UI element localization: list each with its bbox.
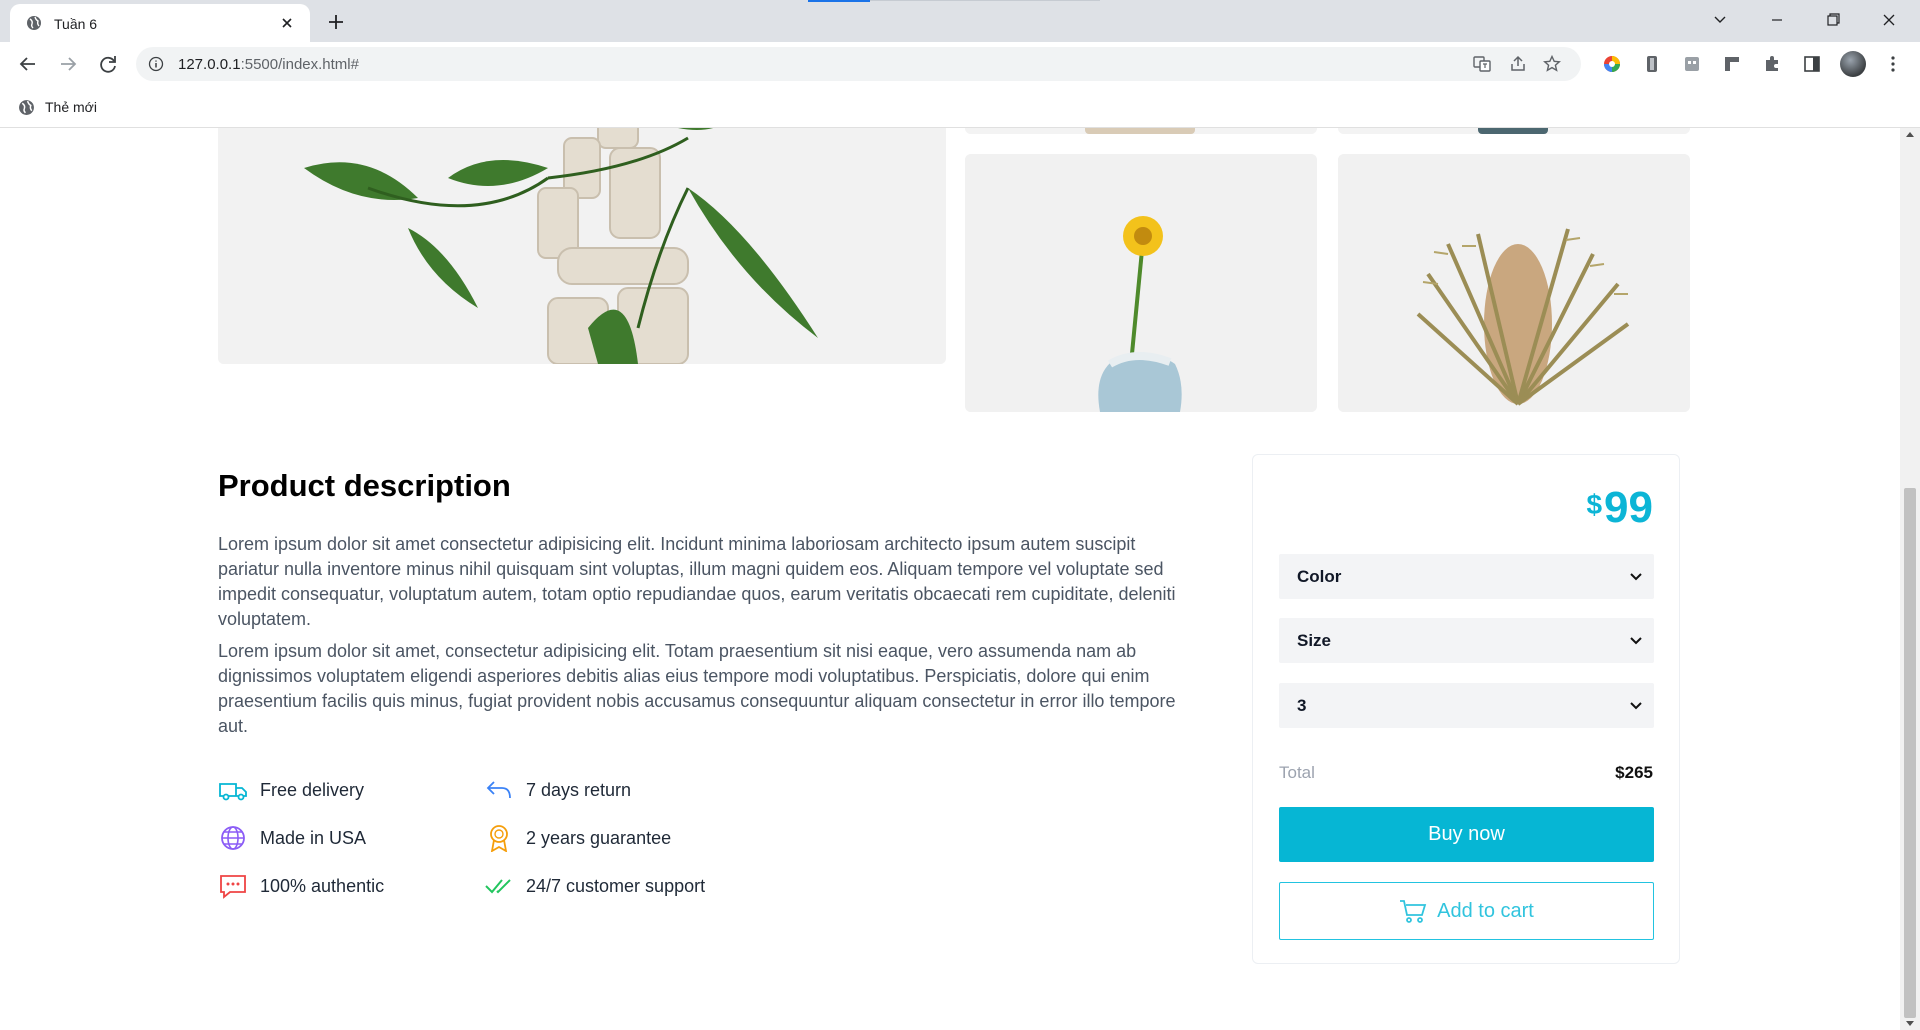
new-tab-icon[interactable] — [322, 8, 350, 36]
scroll-up-arrow-icon[interactable] — [1906, 132, 1914, 137]
translate-icon[interactable] — [1472, 54, 1492, 74]
back-arrow-icon[interactable] — [14, 50, 42, 78]
page-scrollbar[interactable] — [1900, 128, 1920, 1030]
reload-icon[interactable] — [94, 50, 122, 78]
yellow-flower-image — [965, 154, 1317, 412]
globe-icon — [221, 826, 245, 850]
description-paragraph-2: Lorem ipsum dolor sit amet, consectetur … — [218, 641, 1176, 736]
purchase-card: $ 99 Color Size 3 Total $265 Buy now Add… — [1252, 454, 1680, 964]
bookmarks-bar: Thẻ mới — [0, 86, 1920, 128]
color-select[interactable]: Color — [1279, 554, 1654, 599]
browser-tabstrip: Tuần 6 — [0, 0, 1920, 42]
size-select[interactable]: Size — [1279, 618, 1654, 663]
quantity-select-value: 3 — [1297, 696, 1307, 715]
thumb-blue-vase-image — [1338, 128, 1690, 134]
total-label: Total — [1279, 763, 1315, 782]
total-value: $265 — [1615, 763, 1653, 782]
side-panel-icon[interactable] — [1802, 54, 1822, 74]
gallery-thumb-banksia[interactable] — [1338, 154, 1690, 412]
browser-menu-icon[interactable] — [1883, 54, 1903, 74]
robot-extension-icon[interactable] — [1682, 54, 1702, 74]
share-icon[interactable] — [1508, 54, 1528, 74]
gallery-main-photo[interactable] — [218, 128, 946, 364]
dried-banksia-image — [1338, 154, 1690, 412]
chevron-down-icon — [1630, 573, 1642, 581]
tab-title: Tuần 6 — [54, 16, 98, 32]
buy-now-label: Buy now — [1428, 823, 1505, 845]
gallery-thumb-top-right[interactable] — [1338, 128, 1690, 134]
add-to-cart-button[interactable]: Add to cart — [1279, 882, 1654, 940]
loading-indicator — [808, 0, 870, 2]
profile-avatar[interactable] — [1840, 51, 1866, 77]
feature-label: 2 years guarantee — [526, 827, 672, 848]
url-path: :5500/index.html# — [240, 56, 359, 73]
url-host: 127.0.0.1 — [178, 56, 241, 73]
feature-label: Made in USA — [260, 827, 367, 848]
award-ribbon-icon — [490, 825, 508, 852]
close-window-icon[interactable] — [1874, 6, 1904, 34]
feature-label: Free delivery — [260, 779, 365, 800]
add-to-cart-label: Add to cart — [1437, 899, 1534, 922]
forward-arrow-icon[interactable] — [54, 50, 82, 78]
address-bar[interactable]: 127.0.0.1:5500/index.html# — [136, 47, 1581, 81]
plant-sculpture-image — [218, 128, 946, 364]
frame-extension-icon[interactable] — [1722, 54, 1742, 74]
color-select-value: Color — [1297, 567, 1342, 586]
feature-7-days-return: 7 days return — [484, 776, 631, 804]
browser-tab[interactable]: Tuần 6 — [10, 4, 310, 42]
color-wheel-extension-icon[interactable] — [1602, 54, 1622, 74]
globe-favicon-icon — [27, 16, 41, 30]
battery-extension-icon[interactable] — [1642, 54, 1662, 74]
feature-made-in-usa: Made in USA — [218, 824, 366, 852]
feature-2-years-guarantee: 2 years guarantee — [484, 824, 671, 852]
feature-label: 100% authentic — [260, 875, 385, 896]
chat-bubble-icon — [220, 875, 246, 899]
gallery-thumb-top-left[interactable] — [965, 128, 1317, 134]
shopping-cart-icon — [1400, 900, 1427, 923]
gallery-thumb-flower[interactable] — [965, 154, 1317, 412]
feature-customer-support: 24/7 customer support — [484, 872, 705, 900]
bookmark-label: Thẻ mới — [45, 99, 97, 115]
product-description-title: Product description — [218, 468, 511, 503]
tab-search-chevron-icon[interactable] — [1705, 6, 1735, 34]
description-paragraph-1: Lorem ipsum dolor sit amet consectetur a… — [218, 534, 1176, 629]
minimize-icon[interactable] — [1762, 6, 1792, 34]
scroll-down-arrow-icon[interactable] — [1906, 1021, 1914, 1026]
globe-bookmark-icon — [19, 99, 34, 115]
close-tab-icon[interactable] — [276, 12, 298, 34]
buy-now-button[interactable]: Buy now — [1279, 807, 1654, 862]
feature-label: 7 days return — [526, 779, 632, 800]
extensions-puzzle-icon[interactable] — [1762, 54, 1782, 74]
bookmark-item[interactable]: Thẻ mới — [18, 97, 97, 117]
price-amount: 99 — [1604, 483, 1653, 532]
restore-icon[interactable] — [1818, 6, 1848, 34]
truck-icon — [219, 783, 247, 801]
chevron-down-icon — [1630, 637, 1642, 645]
site-info-icon[interactable] — [148, 56, 164, 72]
feature-free-delivery: Free delivery — [218, 776, 364, 804]
chevron-down-icon — [1630, 702, 1642, 710]
scrollbar-thumb[interactable] — [1904, 488, 1916, 1018]
url-text[interactable]: 127.0.0.1:5500/index.html# — [178, 56, 359, 73]
feature-100-authentic: 100% authentic — [218, 872, 384, 900]
quantity-select[interactable]: 3 — [1279, 683, 1654, 728]
double-check-icon — [485, 879, 511, 894]
price-currency: $ — [1586, 489, 1603, 520]
return-arrow-icon — [486, 781, 511, 799]
page-viewport: Product description Lorem ipsum dolor si… — [0, 128, 1900, 1030]
bookmark-star-icon[interactable] — [1542, 54, 1562, 74]
price-display: $ 99 — [1586, 483, 1653, 533]
size-select-value: Size — [1297, 631, 1332, 650]
tabstrip-divider — [870, 0, 1100, 1]
browser-toolbar: 127.0.0.1:5500/index.html# — [0, 42, 1920, 86]
feature-label: 24/7 customer support — [526, 875, 706, 896]
thumb-vase-image — [965, 128, 1317, 134]
